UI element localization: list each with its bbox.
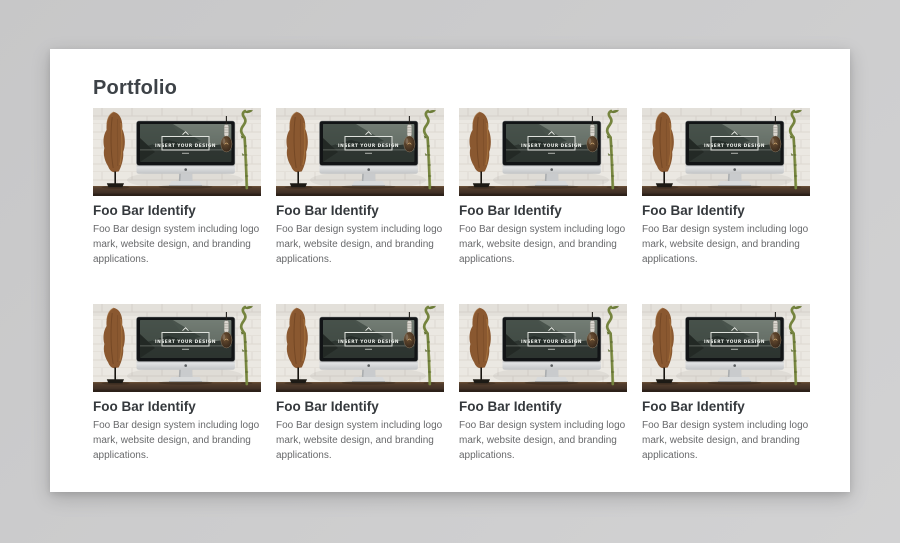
portfolio-item[interactable]: Foo Bar Identify Foo Bar design system i… (459, 108, 627, 267)
portfolio-item-title: Foo Bar Identify (276, 203, 444, 218)
imac-mockup-image (93, 304, 261, 392)
portfolio-item-title: Foo Bar Identify (642, 203, 810, 218)
portfolio-item-description: Foo Bar design system including logo mar… (276, 222, 444, 267)
portfolio-thumbnail[interactable] (93, 108, 261, 196)
imac-mockup-image (642, 108, 810, 196)
portfolio-item-title: Foo Bar Identify (276, 399, 444, 414)
portfolio-item-description: Foo Bar design system including logo mar… (459, 418, 627, 463)
page-background: { "colors": { "page_background": "#cbcbc… (0, 0, 900, 543)
portfolio-thumbnail[interactable] (642, 108, 810, 196)
portfolio-thumbnail[interactable] (276, 108, 444, 196)
portfolio-thumbnail[interactable] (276, 304, 444, 392)
portfolio-item-description: Foo Bar design system including logo mar… (276, 418, 444, 463)
portfolio-item[interactable]: Foo Bar Identify Foo Bar design system i… (276, 304, 444, 463)
portfolio-card: Portfolio Foo Bar Identify Foo Bar desig… (50, 49, 850, 492)
portfolio-item-title: Foo Bar Identify (642, 399, 810, 414)
portfolio-item[interactable]: Foo Bar Identify Foo Bar design system i… (276, 108, 444, 267)
portfolio-item[interactable]: Foo Bar Identify Foo Bar design system i… (642, 304, 810, 463)
portfolio-thumbnail[interactable] (642, 304, 810, 392)
portfolio-item-title: Foo Bar Identify (93, 203, 261, 218)
imac-mockup-image (459, 304, 627, 392)
imac-mockup-image (642, 304, 810, 392)
portfolio-item-description: Foo Bar design system including logo mar… (642, 418, 810, 463)
portfolio-grid: Foo Bar Identify Foo Bar design system i… (93, 108, 811, 463)
portfolio-item-description: Foo Bar design system including logo mar… (459, 222, 627, 267)
portfolio-item[interactable]: Foo Bar Identify Foo Bar design system i… (459, 304, 627, 463)
portfolio-item-title: Foo Bar Identify (93, 399, 261, 414)
portfolio-thumbnail[interactable] (459, 304, 627, 392)
portfolio-item[interactable]: Foo Bar Identify Foo Bar design system i… (93, 108, 261, 267)
imac-mockup-image (276, 108, 444, 196)
portfolio-item[interactable]: Foo Bar Identify Foo Bar design system i… (93, 304, 261, 463)
imac-mockup-image (276, 304, 444, 392)
portfolio-item-description: Foo Bar design system including logo mar… (93, 222, 261, 267)
portfolio-thumbnail[interactable] (459, 108, 627, 196)
portfolio-item-title: Foo Bar Identify (459, 399, 627, 414)
portfolio-item-description: Foo Bar design system including logo mar… (642, 222, 810, 267)
imac-mockup-image (459, 108, 627, 196)
portfolio-item[interactable]: Foo Bar Identify Foo Bar design system i… (642, 108, 810, 267)
page-title: Portfolio (93, 75, 811, 101)
portfolio-item-description: Foo Bar design system including logo mar… (93, 418, 261, 463)
imac-mockup-image (93, 108, 261, 196)
portfolio-item-title: Foo Bar Identify (459, 203, 627, 218)
portfolio-thumbnail[interactable] (93, 304, 261, 392)
